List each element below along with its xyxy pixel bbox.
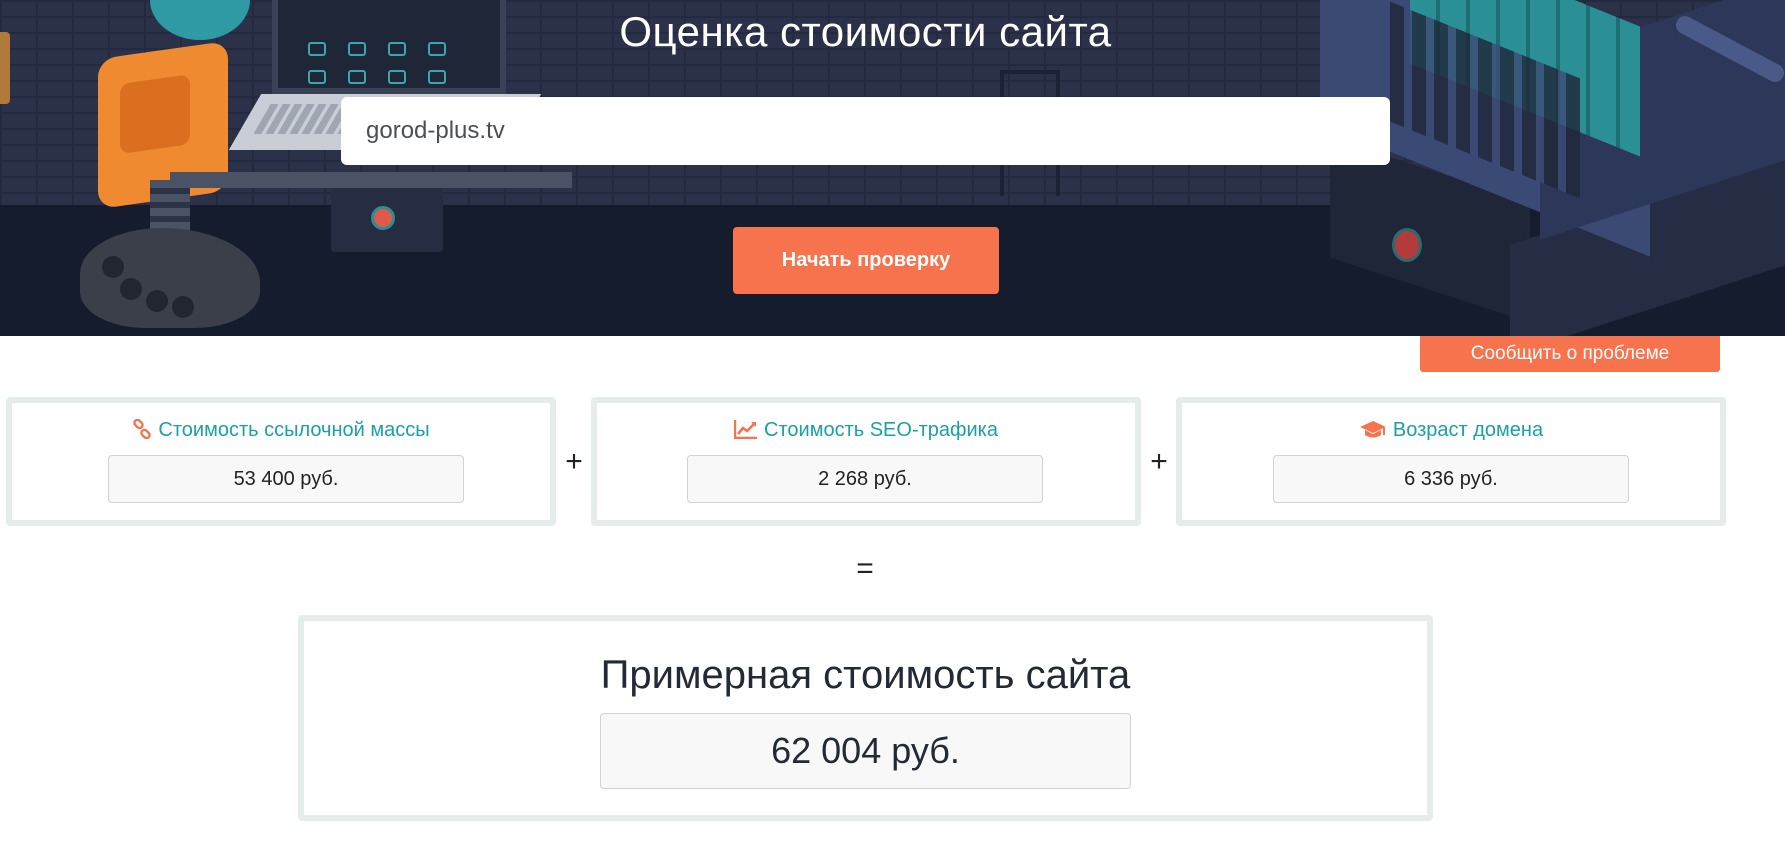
register-light-illustration (1392, 228, 1422, 262)
equals-sign: = (856, 552, 874, 585)
card-title-seo-traffic: Стоимость SEO-трафика (597, 419, 1135, 442)
hero-banner: Оценка стоимости сайта Начать проверку (0, 0, 1785, 336)
total-cost-title: Примерная стоимость сайта (600, 653, 1131, 697)
report-problem-button[interactable]: Сообщить о проблеме (1420, 336, 1720, 372)
site-url-input[interactable] (341, 97, 1390, 165)
card-value-seo-traffic: 2 268 руб. (687, 455, 1043, 503)
card-link-mass-cost: Стоимость ссылочной массы 53 400 руб. (6, 397, 556, 526)
card-domain-age: Возраст домена 6 336 руб. (1176, 397, 1726, 526)
card-title-text: Стоимость SEO-трафика (764, 419, 998, 441)
device-box-illustration (331, 188, 443, 252)
page-title: Оценка стоимости сайта (619, 8, 1112, 55)
total-cost-card: Примерная стоимость сайта 62 004 руб. (298, 615, 1433, 821)
card-value-link-mass: 53 400 руб. (108, 455, 464, 503)
start-check-button[interactable]: Начать проверку (733, 227, 999, 294)
plus-sign: + (565, 445, 583, 478)
plus-sign: + (1150, 445, 1168, 478)
card-title-text: Возраст домена (1392, 419, 1544, 441)
total-cost-value: 62 004 руб. (600, 713, 1131, 789)
chart-line-icon (733, 420, 758, 440)
card-title-domain-age: Возраст домена (1182, 419, 1720, 442)
card-title-link-mass: Стоимость ссылочной массы (12, 418, 550, 442)
link-icon (133, 418, 152, 440)
card-value-domain-age: 6 336 руб. (1273, 455, 1629, 503)
graduation-cap-icon (1359, 421, 1386, 438)
desk-illustration (170, 172, 572, 188)
card-seo-traffic-cost: Стоимость SEO-трафика 2 268 руб. (591, 397, 1141, 526)
card-title-text: Стоимость ссылочной массы (158, 419, 430, 441)
